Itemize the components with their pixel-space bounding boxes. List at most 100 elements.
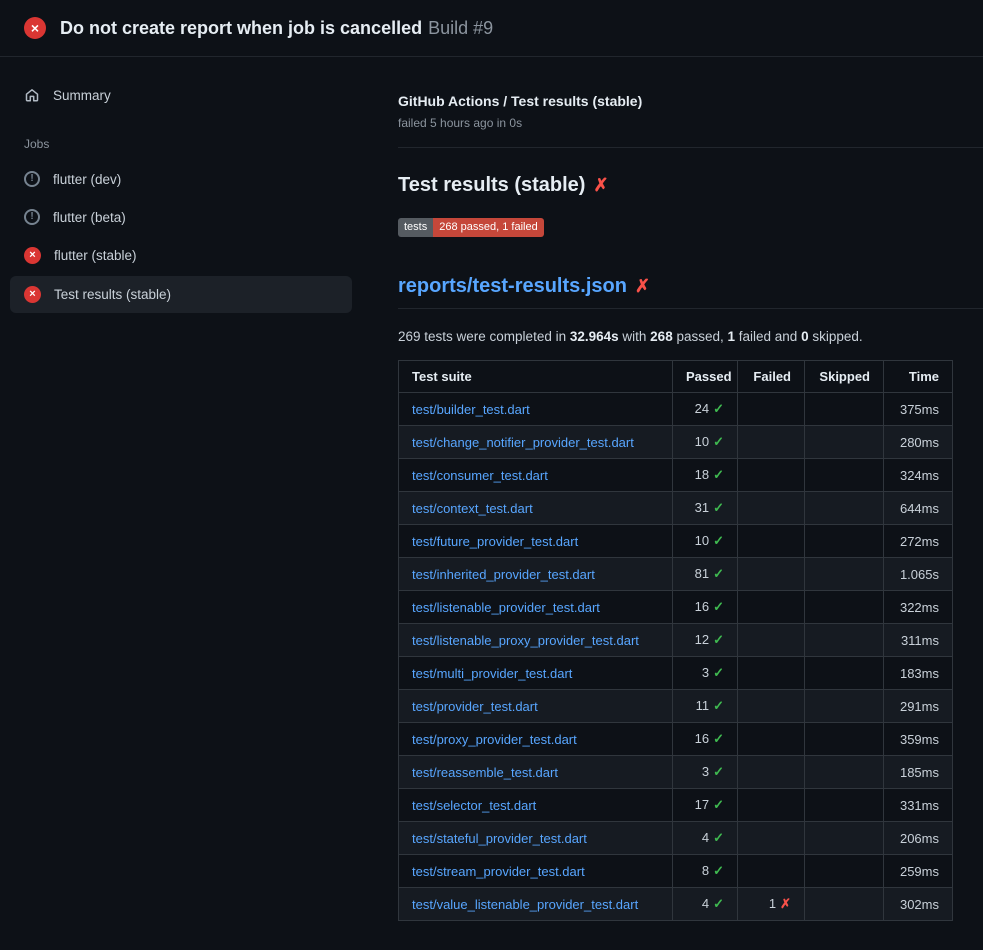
skipped-cell <box>805 657 884 690</box>
suite-link[interactable]: test/selector_test.dart <box>412 798 536 813</box>
suite-cell: test/inherited_provider_test.dart <box>399 558 673 591</box>
table-row: test/consumer_test.dart 18✓ 324ms <box>399 459 953 492</box>
failed-cell <box>738 591 805 624</box>
suite-link[interactable]: test/context_test.dart <box>412 501 533 516</box>
suite-link[interactable]: test/inherited_provider_test.dart <box>412 567 595 582</box>
tests-badge: tests 268 passed, 1 failed <box>398 218 544 237</box>
suite-link[interactable]: test/listenable_provider_test.dart <box>412 600 600 615</box>
suite-cell: test/consumer_test.dart <box>399 459 673 492</box>
suite-link[interactable]: test/reassemble_test.dart <box>412 765 558 780</box>
table-row: test/change_notifier_provider_test.dart 1… <box>399 426 953 459</box>
count-value: 16 <box>695 599 709 614</box>
skipped-cell <box>805 723 884 756</box>
summary-part: 32.964s <box>570 329 619 344</box>
suite-link[interactable]: test/change_notifier_provider_test.dart <box>412 435 634 450</box>
failed-cell <box>738 855 805 888</box>
sidebar-item-label: Test results (stable) <box>54 287 171 302</box>
section-title-text: Test results (stable) <box>398 174 585 196</box>
time-cell: 331ms <box>884 789 953 822</box>
suite-link[interactable]: test/listenable_proxy_provider_test.dart <box>412 633 639 648</box>
skipped-cell <box>805 690 884 723</box>
check-icon: ✓ <box>713 566 724 581</box>
failed-cell <box>738 492 805 525</box>
page-layout: Summary Jobs ! flutter (dev) !flutter (bet… <box>0 57 983 921</box>
time-cell: 324ms <box>884 459 953 492</box>
passed-cell: 24✓ <box>673 393 738 426</box>
check-icon: ✓ <box>713 599 724 614</box>
time-cell: 259ms <box>884 855 953 888</box>
sidebar-item-job[interactable]: !flutter (beta) <box>10 199 352 235</box>
results-table: Test suitePassedFailedSkippedTime test/b… <box>398 360 953 921</box>
skipped-cell <box>805 624 884 657</box>
sidebar-item-job[interactable]: ×flutter (stable) <box>10 237 352 274</box>
column-header: Skipped <box>805 361 884 393</box>
report-link[interactable]: reports/test-results.json <box>398 275 627 297</box>
time-cell: 322ms <box>884 591 953 624</box>
sidebar-item-job[interactable]: ! flutter (dev) <box>10 161 352 197</box>
summary-part: 1 <box>728 329 736 344</box>
suite-link[interactable]: test/provider_test.dart <box>412 699 538 714</box>
run-title: Do not create report when job is cancell… <box>60 18 422 38</box>
skipped-cell <box>805 756 884 789</box>
table-row: test/multi_provider_test.dart3✓183ms <box>399 657 953 690</box>
suite-cell: test/value_listenable_provider_test.dart <box>399 888 673 921</box>
skipped-cell <box>805 492 884 525</box>
suite-cell: test/stream_provider_test.dart <box>399 855 673 888</box>
breadcrumb: GitHub Actions / Test results (stable) <box>398 93 952 109</box>
report-title: reports/test-results.json✗ <box>398 275 983 309</box>
skipped-cell <box>805 393 884 426</box>
suite-link[interactable]: test/future_provider_test.dart <box>412 534 578 549</box>
time-cell: 359ms <box>884 723 953 756</box>
passed-cell: 10✓ <box>673 525 738 558</box>
check-icon: ✓ <box>713 500 724 515</box>
skipped-cell <box>805 855 884 888</box>
check-icon: ✓ <box>713 698 724 713</box>
cancelled-icon: ! <box>24 171 40 187</box>
sidebar-item-summary[interactable]: Summary <box>10 77 352 113</box>
sidebar: Summary Jobs ! flutter (dev) !flutter (bet… <box>0 57 366 315</box>
suite-link[interactable]: test/proxy_provider_test.dart <box>412 732 577 747</box>
sidebar-item-job[interactable]: × Test results (stable) <box>10 276 352 313</box>
suite-cell: test/stateful_provider_test.dart <box>399 822 673 855</box>
suite-link[interactable]: test/multi_provider_test.dart <box>412 666 572 681</box>
jobs-section-label: Jobs <box>24 137 352 151</box>
passed-cell: 4✓ <box>673 822 738 855</box>
suite-cell: test/listenable_provider_test.dart <box>399 591 673 624</box>
skipped-cell <box>805 888 884 921</box>
suite-link[interactable]: test/value_listenable_provider_test.dart <box>412 897 638 912</box>
suite-cell: test/proxy_provider_test.dart <box>399 723 673 756</box>
suite-link[interactable]: test/stream_provider_test.dart <box>412 864 585 879</box>
failed-cell <box>738 525 805 558</box>
suite-link[interactable]: test/consumer_test.dart <box>412 468 548 483</box>
results-table-body: test/builder_test.dart24✓375mstest/chang… <box>399 393 953 921</box>
passed-cell: 3✓ <box>673 657 738 690</box>
time-cell: 1.065s <box>884 558 953 591</box>
passed-cell: 17✓ <box>673 789 738 822</box>
sidebar-item-label: flutter (dev) <box>53 172 121 187</box>
main-content: GitHub Actions / Test results (stable) f… <box>366 57 983 921</box>
passed-cell: 18✓ <box>673 459 738 492</box>
table-row: test/stream_provider_test.dart8✓259ms <box>399 855 953 888</box>
count-value: 3 <box>702 665 709 680</box>
failed-icon: × <box>24 286 41 303</box>
suite-cell: test/reassemble_test.dart <box>399 756 673 789</box>
table-row: test/stateful_provider_test.dart4✓206ms <box>399 822 953 855</box>
failed-cell <box>738 690 805 723</box>
time-cell: 280ms <box>884 426 953 459</box>
table-row: test/proxy_provider_test.dart16✓359ms <box>399 723 953 756</box>
check-icon: ✓ <box>713 401 724 416</box>
summary-part: with <box>619 329 651 344</box>
time-cell: 185ms <box>884 756 953 789</box>
suite-cell: test/selector_test.dart <box>399 789 673 822</box>
failed-cell <box>738 723 805 756</box>
passed-cell: 10✓ <box>673 426 738 459</box>
failed-cell <box>738 789 805 822</box>
check-icon: ✓ <box>713 896 724 911</box>
suite-link[interactable]: test/stateful_provider_test.dart <box>412 831 587 846</box>
skipped-cell <box>805 789 884 822</box>
table-row: test/builder_test.dart24✓375ms <box>399 393 953 426</box>
count-value: 31 <box>695 500 709 515</box>
suite-link[interactable]: test/builder_test.dart <box>412 402 530 417</box>
home-icon <box>24 87 40 103</box>
skipped-cell <box>805 525 884 558</box>
